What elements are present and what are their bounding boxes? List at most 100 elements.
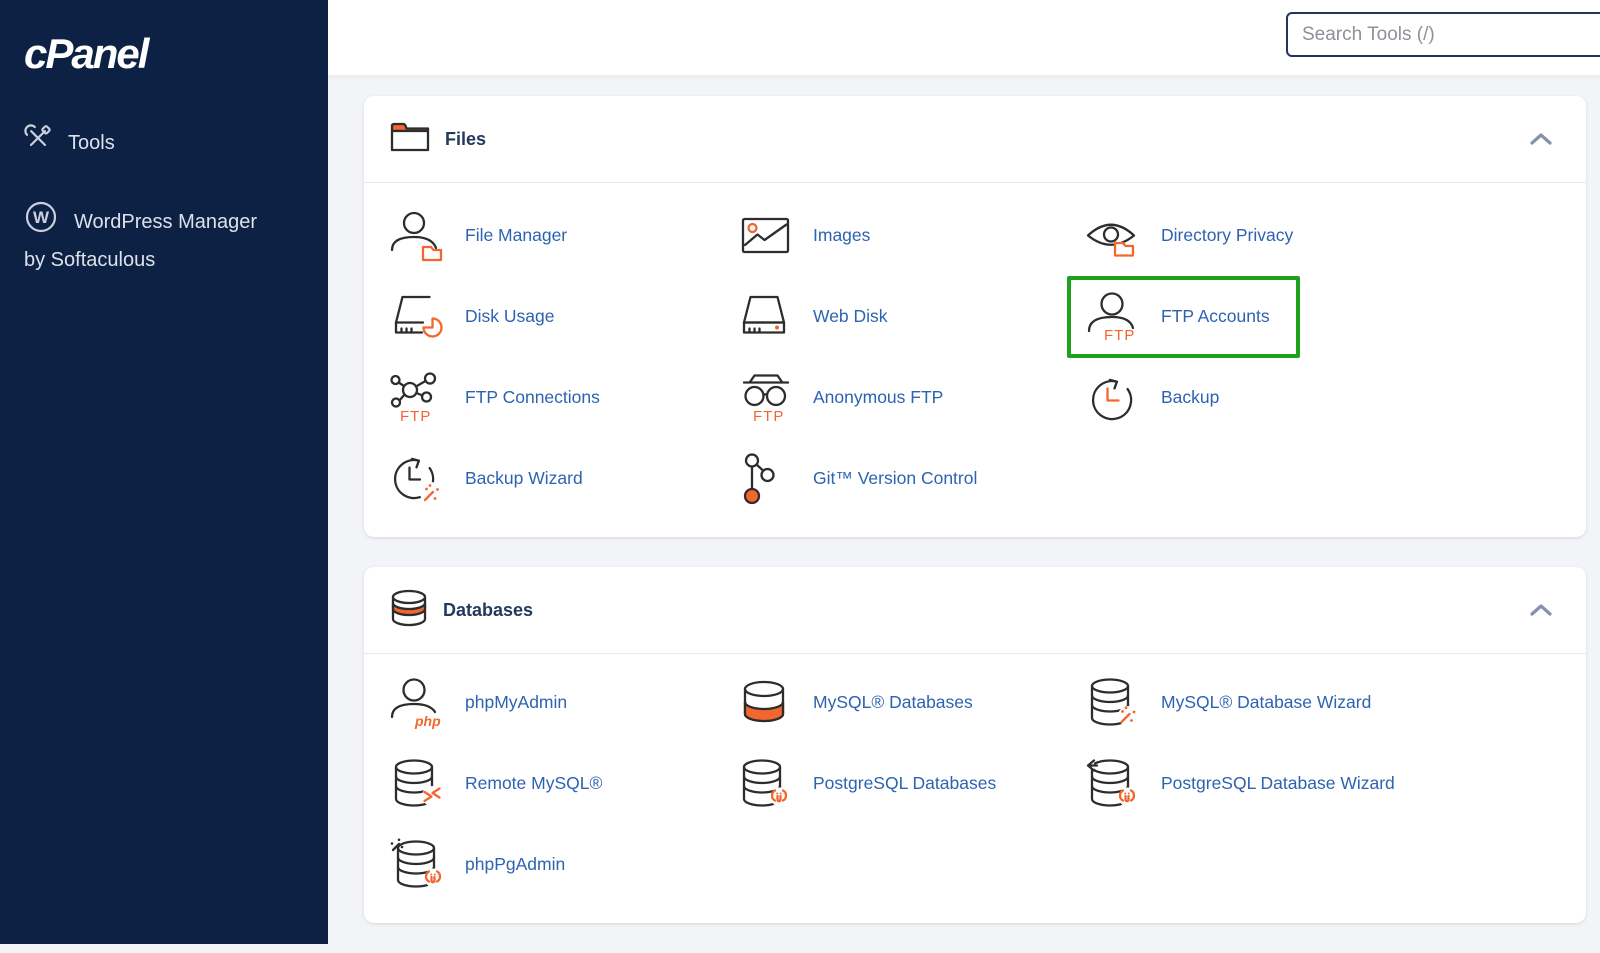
tool-label: Remote MySQL® <box>465 773 602 794</box>
tool-label: PostgreSQL Database Wizard <box>1161 773 1395 794</box>
tool-label: File Manager <box>465 225 567 246</box>
svg-text:FTP: FTP <box>400 408 431 425</box>
tool-label: phpMyAdmin <box>465 692 567 713</box>
grid-cell: Directory Privacy <box>1085 195 1586 276</box>
grid-cell: MySQL® Database Wizard <box>1085 662 1586 743</box>
databases-section-header: Databases <box>364 567 1586 653</box>
tool-link-anonymous-ftp[interactable]: FTP Anonymous FTP <box>737 371 943 425</box>
tool-link-web-disk[interactable]: Web Disk <box>737 290 888 344</box>
tool-link-postgresql-databases[interactable]: PostgreSQL Databases <box>737 757 996 811</box>
backup-wizard-icon <box>389 452 447 506</box>
disk-usage-icon <box>389 290 447 344</box>
grid-cell: PostgreSQL Databases <box>737 743 1085 824</box>
svg-text:W: W <box>33 208 50 227</box>
databases-tools-grid: php phpMyAdmin <box>364 654 1586 923</box>
tool-link-mysql-databases[interactable]: MySQL® Databases <box>737 676 973 730</box>
git-version-control-icon <box>737 452 795 506</box>
grid-cell: MySQL® Databases <box>737 662 1085 743</box>
tool-link-backup[interactable]: Backup <box>1085 371 1219 425</box>
grid-cell: Web Disk <box>737 276 1085 357</box>
sidebar-item-label: Tools <box>68 132 115 154</box>
mysql-database-wizard-icon <box>1085 676 1143 730</box>
grid-cell: Git™ Version Control <box>737 438 1085 519</box>
grid-cell: FTP Anonymous FTP <box>737 357 1085 438</box>
tool-link-remote-mysql[interactable]: Remote MySQL® <box>389 757 602 811</box>
tool-link-file-manager[interactable]: File Manager <box>389 209 567 263</box>
tool-label: PostgreSQL Databases <box>813 773 996 794</box>
tool-label: Disk Usage <box>465 306 554 327</box>
tool-label: Backup <box>1161 387 1219 408</box>
database-icon <box>389 589 429 632</box>
section-title: Files <box>445 129 486 150</box>
file-manager-icon <box>389 209 447 263</box>
tool-label: MySQL® Databases <box>813 692 973 713</box>
grid-cell: FTP FTP Connections <box>389 357 737 438</box>
grid-cell: php phpMyAdmin <box>389 662 737 743</box>
svg-text:FTP: FTP <box>1104 327 1135 344</box>
sidebar: cPanel Tools W WordPress Manager by Soft… <box>0 0 328 944</box>
postgresql-database-wizard-icon <box>1085 757 1143 811</box>
files-tools-grid: File Manager Images <box>364 183 1586 537</box>
anonymous-ftp-icon: FTP <box>737 371 795 425</box>
ftp-connections-icon: FTP <box>389 371 447 425</box>
mysql-databases-icon <box>737 676 795 730</box>
tools-icon <box>24 124 52 162</box>
tool-label: Backup Wizard <box>465 468 583 489</box>
search-input[interactable] <box>1286 12 1600 57</box>
tool-label: phpPgAdmin <box>465 854 565 875</box>
directory-privacy-icon <box>1085 209 1143 263</box>
tool-label: MySQL® Database Wizard <box>1161 692 1371 713</box>
tool-label: Web Disk <box>813 306 888 327</box>
backup-icon <box>1085 371 1143 425</box>
tool-link-ftp-connections[interactable]: FTP FTP Connections <box>389 371 600 425</box>
tool-link-backup-wizard[interactable]: Backup Wizard <box>389 452 583 506</box>
tool-label: Images <box>813 225 870 246</box>
phpmyadmin-icon: php <box>389 676 447 730</box>
grid-cell: Remote MySQL® <box>389 743 737 824</box>
sidebar-item-sublabel: by Softaculous <box>24 244 304 276</box>
cpanel-logo: cPanel <box>24 30 304 78</box>
databases-section-card: Databases php <box>364 567 1586 923</box>
chevron-up-icon[interactable] <box>1528 131 1554 147</box>
grid-cell: File Manager <box>389 195 737 276</box>
web-disk-icon <box>737 290 795 344</box>
section-title: Databases <box>443 600 533 621</box>
top-bar <box>328 0 1600 75</box>
sidebar-item-label: WordPress Manager <box>74 211 257 233</box>
grid-cell: FTP FTP Accounts <box>1085 276 1586 357</box>
main-area: Files Fil <box>328 0 1600 944</box>
tool-link-phpmyadmin[interactable]: php phpMyAdmin <box>389 676 567 730</box>
grid-cell: Disk Usage <box>389 276 737 357</box>
sidebar-item-tools[interactable]: Tools <box>24 124 304 162</box>
grid-cell: Backup Wizard <box>389 438 737 519</box>
grid-cell: PostgreSQL Database Wizard <box>1085 743 1586 824</box>
tool-label: FTP Connections <box>465 387 600 408</box>
images-icon <box>737 209 795 263</box>
tool-link-postgresql-database-wizard[interactable]: PostgreSQL Database Wizard <box>1085 757 1395 811</box>
sidebar-item-wordpress-manager[interactable]: W WordPress Manager by Softaculous <box>24 200 304 276</box>
tool-link-mysql-database-wizard[interactable]: MySQL® Database Wizard <box>1085 676 1371 730</box>
files-section-card: Files Fil <box>364 96 1586 537</box>
grid-cell: phpPgAdmin <box>389 824 737 905</box>
wordpress-icon: W <box>24 200 58 244</box>
grid-cell: Images <box>737 195 1085 276</box>
tool-label: FTP Accounts <box>1161 306 1270 327</box>
tool-link-git-version-control[interactable]: Git™ Version Control <box>737 452 977 506</box>
grid-cell: Backup <box>1085 357 1586 438</box>
tool-link-disk-usage[interactable]: Disk Usage <box>389 290 554 344</box>
tool-link-directory-privacy[interactable]: Directory Privacy <box>1085 209 1293 263</box>
tool-label: Directory Privacy <box>1161 225 1293 246</box>
tool-link-phppgadmin[interactable]: phpPgAdmin <box>389 838 565 892</box>
remote-mysql-icon <box>389 757 447 811</box>
tool-label: Anonymous FTP <box>813 387 943 408</box>
tool-link-images[interactable]: Images <box>737 209 870 263</box>
tool-label: Git™ Version Control <box>813 468 977 489</box>
chevron-up-icon[interactable] <box>1528 602 1554 618</box>
svg-text:FTP: FTP <box>753 408 784 425</box>
tool-link-ftp-accounts[interactable]: FTP FTP Accounts <box>1067 276 1300 358</box>
postgresql-databases-icon <box>737 757 795 811</box>
folder-icon <box>389 119 431 160</box>
ftp-accounts-icon: FTP <box>1085 290 1143 344</box>
phppgadmin-icon <box>389 838 447 892</box>
files-section-header: Files <box>364 96 1586 182</box>
